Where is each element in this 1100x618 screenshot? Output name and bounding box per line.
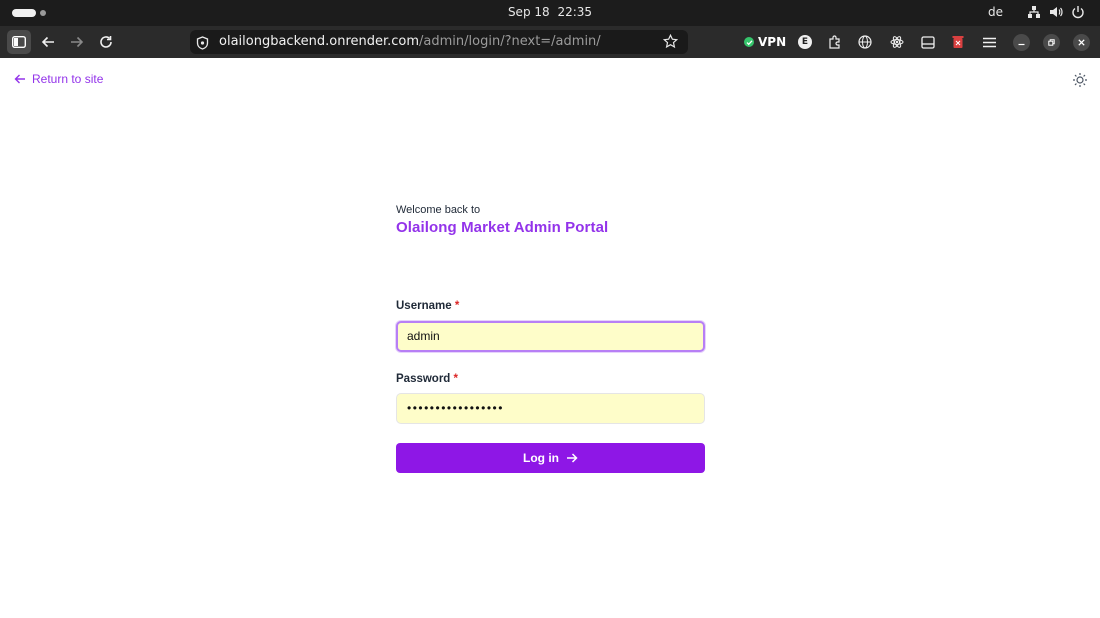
password-label: Password * [396,373,458,385]
os-top-bar: Sep 18 22:35 de [0,0,1100,26]
password-input[interactable]: ••••••••••••••••• [396,393,705,424]
keyboard-layout-indicator[interactable]: de [988,5,1003,19]
trash-icon [952,36,964,48]
browser-toolbar: olailongbackend.onrender.com/admin/login… [0,26,1100,58]
url-host: olailongbackend.onrender.com [219,34,420,49]
welcome-text: Welcome back to [396,204,481,216]
sidebar-toggle-icon [12,36,26,48]
clock[interactable]: Sep 18 22:35 [0,5,1100,19]
close-icon [1078,39,1085,46]
return-to-site-label: Return to site [32,72,104,86]
extensions-icon [829,35,840,49]
network-icon [1027,5,1041,19]
close-button[interactable] [1073,34,1090,51]
menu-button[interactable] [978,30,1000,54]
system-tray[interactable] [1027,5,1085,19]
return-to-site-link[interactable]: Return to site [14,72,103,86]
url-path: /admin/login/?next=/admin/ [419,34,601,49]
arrow-right-icon [567,453,578,463]
trash-extension-button[interactable] [947,30,969,54]
back-icon [41,36,54,48]
react-icon [890,36,904,48]
forward-button[interactable] [65,30,89,54]
sidebar-toggle-button[interactable] [7,30,31,54]
shield-icon[interactable] [196,35,209,59]
page-content: Return to site Welcome back to Olailong … [0,58,1100,618]
bookmark-star-icon[interactable] [662,33,679,58]
wallet-icon [921,35,935,49]
vpn-check-icon [744,37,754,47]
username-label-text: Username [396,300,452,312]
portal-title: Olailong Market Admin Portal [396,219,609,236]
minimize-button[interactable] [1013,34,1030,51]
globe-extension-button[interactable] [854,30,876,54]
extension-e-badge: E [798,35,812,49]
restore-button[interactable] [1043,34,1060,51]
vpn-button[interactable]: VPN [744,30,786,54]
extensions-button[interactable] [824,30,846,54]
forward-icon [71,36,84,48]
reload-button[interactable] [94,30,118,54]
password-label-text: Password [396,373,451,385]
password-required-marker: * [453,373,459,385]
restore-icon [1048,39,1055,46]
sun-icon [1073,73,1087,87]
vpn-label: VPN [758,35,787,49]
clock-date: Sep 18 [507,5,550,19]
url-text: olailongbackend.onrender.com/admin/login… [219,30,601,54]
reload-icon [100,36,112,48]
globe-icon [858,35,872,49]
react-devtools-button[interactable] [886,30,908,54]
back-button[interactable] [36,30,60,54]
login-form: Welcome back to Olailong Market Admin Po… [396,204,705,473]
minimize-icon [1018,43,1025,46]
extension-e-button[interactable]: E [794,30,816,54]
address-bar[interactable]: olailongbackend.onrender.com/admin/login… [190,30,688,54]
username-label: Username * [396,300,459,312]
login-button-label: Log in [523,451,559,465]
username-required-marker: * [454,300,460,312]
volume-icon [1049,5,1063,19]
menu-icon [982,37,996,47]
clock-time: 22:35 [557,5,593,19]
theme-toggle-button[interactable] [1072,72,1088,88]
wallet-button[interactable] [917,30,939,54]
power-icon [1071,5,1085,19]
login-button[interactable]: Log in [396,443,705,473]
username-input[interactable]: admin [396,321,705,352]
arrow-left-icon [14,74,25,84]
